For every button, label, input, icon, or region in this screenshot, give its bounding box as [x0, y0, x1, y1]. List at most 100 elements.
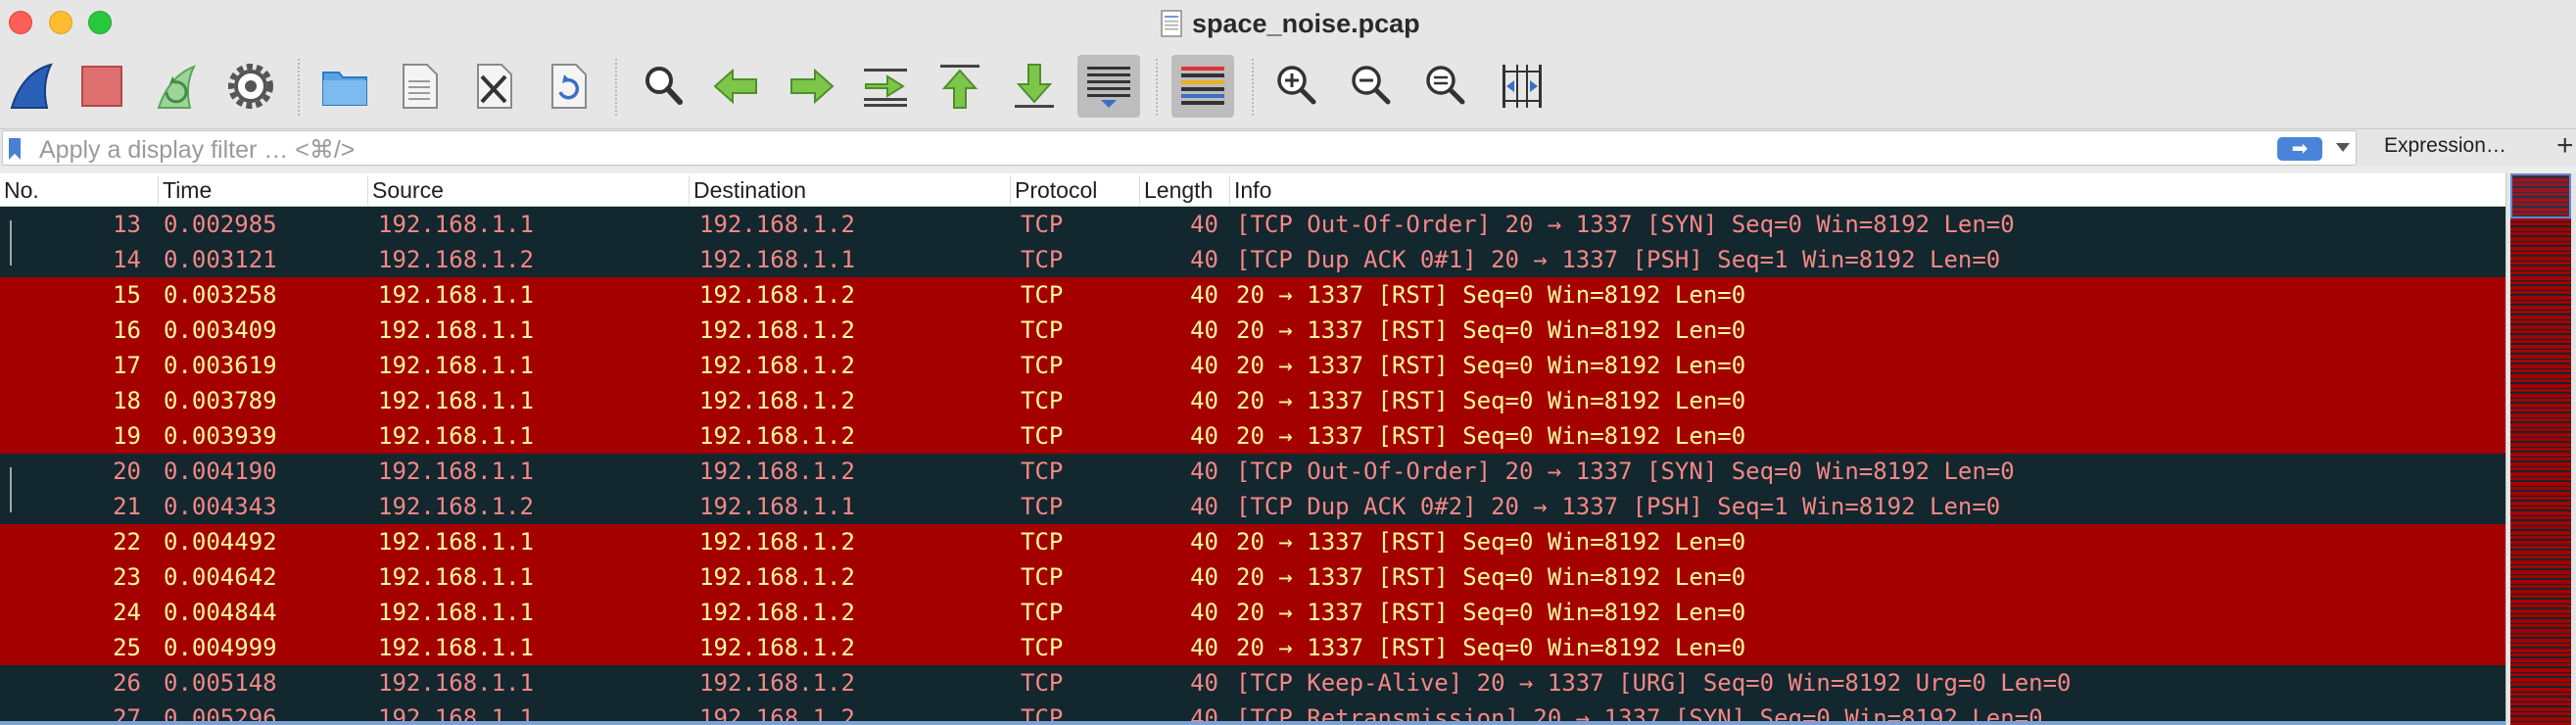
zoom-normal-button[interactable] — [1414, 55, 1477, 118]
packet-row[interactable]: 22 0.004492 192.168.1.1 192.168.1.2 TCP 40 20 … — [0, 524, 2505, 559]
packet-row[interactable]: 19 0.003939 192.168.1.1 192.168.1.2 TCP 40 20 … — [0, 418, 2505, 454]
go-forward-button[interactable] — [780, 55, 842, 118]
related-packet-marker — [10, 220, 12, 266]
packet-length: 40 — [1190, 599, 1218, 626]
packet-row[interactable]: 17 0.003619 192.168.1.1 192.168.1.2 TCP 40 20 … — [0, 348, 2505, 383]
packet-length: 40 — [1190, 422, 1218, 450]
restart-fin-icon — [157, 65, 197, 109]
packet-length: 40 — [1190, 316, 1218, 344]
packet-row[interactable]: 15 0.003258 192.168.1.1 192.168.1.2 TCP 40 20 … — [0, 277, 2505, 313]
zoom-window-button[interactable] — [88, 11, 112, 34]
column-header-info[interactable]: Info — [1230, 175, 2505, 205]
start-capture-button[interactable] — [0, 55, 63, 118]
expression-button[interactable]: Expression… — [2384, 134, 2506, 158]
packet-row[interactable]: 18 0.003789 192.168.1.1 192.168.1.2 TCP 40 20 … — [0, 383, 2505, 418]
first-packet-button[interactable] — [929, 55, 991, 118]
packet-row[interactable]: 25 0.004999 192.168.1.1 192.168.1.2 TCP 40 20 … — [0, 630, 2505, 665]
save-file-button[interactable] — [388, 55, 451, 118]
packet-row[interactable]: 16 0.003409 192.168.1.1 192.168.1.2 TCP 40 20 … — [0, 313, 2505, 348]
packet-row[interactable]: 14 0.003121 192.168.1.2 192.168.1.1 TCP 40 [TC… — [0, 242, 2505, 277]
packet-info: 20 → 1337 [RST] Seq=0 Win=8192 Len=0 — [1236, 422, 1746, 450]
go-to-packet-button[interactable] — [854, 55, 917, 118]
packet-info: 20 → 1337 [RST] Seq=0 Win=8192 Len=0 — [1236, 281, 1746, 309]
arrow-left-icon — [713, 68, 757, 105]
packet-length: 40 — [1190, 211, 1218, 238]
packet-info: 20 → 1337 [RST] Seq=0 Win=8192 Len=0 — [1236, 634, 1746, 661]
column-header-destination[interactable]: Destination — [690, 175, 1011, 205]
column-header-no[interactable]: No. — [0, 175, 159, 205]
packet-length: 40 — [1190, 458, 1218, 485]
gear-icon — [228, 64, 273, 109]
document-icon — [1161, 10, 1182, 37]
main-toolbar — [0, 47, 2576, 129]
packet-row[interactable]: 21 0.004343 192.168.1.2 192.168.1.1 TCP 40 [TC… — [0, 489, 2505, 524]
add-filter-button[interactable]: + — [2556, 129, 2574, 163]
packet-info: [TCP Out-Of-Order] 20 → 1337 [SYN] Seq=0… — [1236, 211, 2015, 238]
column-header-length[interactable]: Length — [1140, 175, 1230, 205]
packet-info: 20 → 1337 [RST] Seq=0 Win=8192 Len=0 — [1236, 599, 1746, 626]
stop-capture-button[interactable] — [71, 55, 133, 118]
close-window-button[interactable] — [9, 11, 32, 34]
packet-info: 20 → 1337 [RST] Seq=0 Win=8192 Len=0 — [1236, 352, 1746, 379]
packet-length: 40 — [1190, 528, 1218, 556]
pane-splitter[interactable] — [0, 721, 2505, 725]
apply-filter-button[interactable]: ➡ — [2277, 137, 2322, 161]
last-packet-button[interactable] — [1003, 55, 1066, 118]
packet-row[interactable]: 23 0.004642 192.168.1.1 192.168.1.2 TCP 40 20 … — [0, 559, 2505, 595]
auto-scroll-button[interactable] — [1077, 55, 1140, 118]
filter-bookmark-icon[interactable] — [9, 138, 21, 160]
packet-row[interactable]: 20 0.004190 192.168.1.1 192.168.1.2 TCP 40 [TC… — [0, 454, 2505, 489]
auto-scroll-icon — [1087, 67, 1130, 108]
folder-icon — [322, 72, 367, 106]
filter-placeholder: Apply a display filter … <⌘/> — [39, 136, 356, 164]
resize-columns-icon — [1503, 65, 1542, 108]
packet-length: 40 — [1190, 352, 1218, 379]
packet-row[interactable]: 26 0.005148 192.168.1.1 192.168.1.2 TCP 40 [TC… — [0, 665, 2505, 701]
resize-columns-button[interactable] — [1491, 55, 1553, 118]
packet-list[interactable]: 13 0.002985 192.168.1.1 192.168.1.2 TCP 40 [TC… — [0, 207, 2505, 725]
minimize-window-button[interactable] — [49, 11, 72, 34]
zoom-out-button[interactable] — [1340, 55, 1403, 118]
toolbar-separator — [298, 59, 300, 116]
packet-info: 20 → 1337 [RST] Seq=0 Win=8192 Len=0 — [1236, 563, 1746, 591]
colorize-button[interactable] — [1171, 55, 1234, 118]
packet-row[interactable]: 13 0.002985 192.168.1.1 192.168.1.2 TCP 40 [TC… — [0, 207, 2505, 242]
packet-length: 40 — [1190, 563, 1218, 591]
zoom-in-button[interactable] — [1265, 55, 1328, 118]
display-filter-input[interactable]: Apply a display filter … <⌘/> ➡ — [2, 130, 2357, 166]
magnifier-icon — [645, 67, 683, 105]
open-file-button[interactable] — [313, 55, 376, 118]
capture-options-button[interactable] — [219, 55, 282, 118]
packet-length: 40 — [1190, 669, 1218, 697]
packet-info: [TCP Dup ACK 0#2] 20 → 1337 [PSH] Seq=1 … — [1236, 493, 2001, 520]
find-packet-button[interactable] — [633, 55, 695, 118]
packet-length: 40 — [1190, 246, 1218, 273]
toolbar-separator — [1156, 59, 1158, 116]
toolbar-separator — [1252, 59, 1254, 116]
window-title: space_noise.pcap — [1192, 8, 1420, 38]
packet-length: 40 — [1190, 387, 1218, 414]
zoom-in-icon — [1277, 66, 1316, 105]
minimap-viewport-indicator[interactable] — [2510, 173, 2571, 218]
column-header-time[interactable]: Time — [159, 175, 368, 205]
column-header-protocol[interactable]: Protocol — [1011, 175, 1140, 205]
packet-info: 20 → 1337 [RST] Seq=0 Win=8192 Len=0 — [1236, 528, 1746, 556]
packet-info: [TCP Dup ACK 0#1] 20 → 1337 [PSH] Seq=1 … — [1236, 246, 2001, 273]
packet-info: [TCP Keep-Alive] 20 → 1337 [URG] Seq=0 W… — [1236, 669, 2072, 697]
packet-info: [TCP Out-Of-Order] 20 → 1337 [SYN] Seq=0… — [1236, 458, 2015, 485]
restart-capture-button[interactable] — [145, 55, 208, 118]
related-packet-marker — [10, 467, 12, 512]
packet-info: 20 → 1337 [RST] Seq=0 Win=8192 Len=0 — [1236, 316, 1746, 344]
minimap-color-strip — [2510, 173, 2571, 725]
packet-list-header: No. Time Source Destination Protocol Len… — [0, 173, 2505, 207]
colorize-icon — [1181, 67, 1224, 105]
reload-file-button[interactable] — [537, 55, 599, 118]
packet-minimap-scrollbar[interactable] — [2505, 173, 2576, 725]
packet-row[interactable]: 24 0.004844 192.168.1.1 192.168.1.2 TCP 40 20 … — [0, 595, 2505, 630]
chevron-down-icon[interactable] — [2336, 143, 2350, 152]
reload-icon — [551, 64, 587, 109]
close-file-button[interactable] — [462, 55, 525, 118]
go-back-button[interactable] — [705, 55, 768, 118]
column-header-source[interactable]: Source — [368, 175, 690, 205]
zoom-reset-icon — [1426, 66, 1465, 105]
